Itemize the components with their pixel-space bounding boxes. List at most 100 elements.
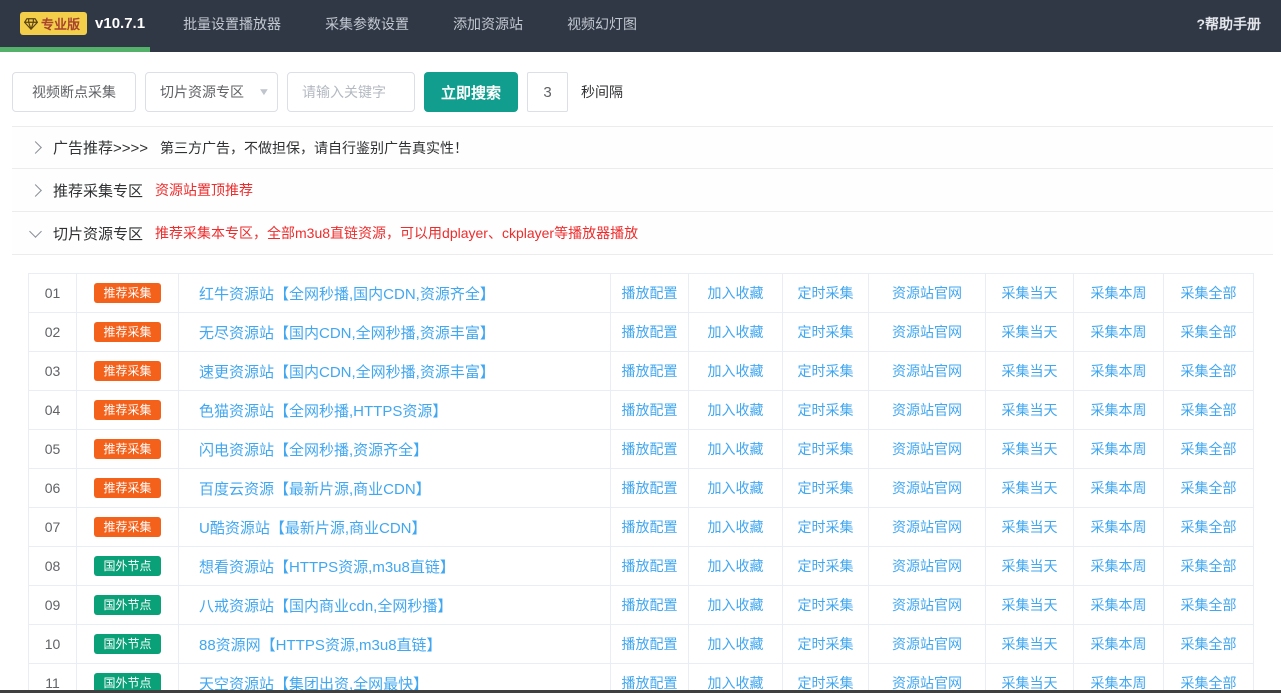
action-add-favorite-link[interactable]: 加入收藏 bbox=[708, 519, 764, 535]
action-collect-today-link[interactable]: 采集当天 bbox=[1002, 480, 1058, 496]
resource-name-link[interactable]: 百度云资源【最新片源,商业CDN】 bbox=[199, 481, 431, 498]
action-collect-today-link[interactable]: 采集当天 bbox=[1002, 441, 1058, 457]
action-schedule-collect-link[interactable]: 定时采集 bbox=[798, 402, 854, 418]
nav-item-video-slideshow[interactable]: 视频幻灯图 bbox=[567, 14, 637, 34]
action-add-favorite-link[interactable]: 加入收藏 bbox=[708, 636, 764, 652]
action-collect-today-link[interactable]: 采集当天 bbox=[1002, 558, 1058, 574]
action-play-config-link[interactable]: 播放配置 bbox=[622, 363, 678, 379]
action-collect-week-link[interactable]: 采集本周 bbox=[1091, 519, 1147, 535]
action-collect-all-link[interactable]: 采集全部 bbox=[1181, 285, 1237, 301]
resource-name-link[interactable]: 想看资源站【HTTPS资源,m3u8直链】 bbox=[199, 559, 455, 576]
action-collect-today-link[interactable]: 采集当天 bbox=[1002, 285, 1058, 301]
nav-item-collect-param-settings[interactable]: 采集参数设置 bbox=[325, 14, 409, 34]
action-add-favorite-link[interactable]: 加入收藏 bbox=[708, 402, 764, 418]
action-collect-today-link[interactable]: 采集当天 bbox=[1002, 597, 1058, 613]
section-recommend-zone[interactable]: 推荐采集专区 资源站置顶推荐 bbox=[12, 169, 1273, 212]
resource-name-link[interactable]: U酷资源站【最新片源,商业CDN】 bbox=[199, 520, 427, 537]
resource-name-link[interactable]: 速更资源站【国内CDN,全网秒播,资源丰富】 bbox=[199, 364, 495, 381]
action-collect-all-link[interactable]: 采集全部 bbox=[1181, 363, 1237, 379]
resume-collect-button[interactable]: 视频断点采集 bbox=[12, 72, 136, 112]
action-collect-week-link[interactable]: 采集本周 bbox=[1091, 324, 1147, 340]
action-site-homepage-link[interactable]: 资源站官网 bbox=[892, 636, 962, 652]
action-collect-all-link[interactable]: 采集全部 bbox=[1181, 636, 1237, 652]
action-site-homepage-link[interactable]: 资源站官网 bbox=[892, 597, 962, 613]
resource-name-link[interactable]: 色猫资源站【全网秒播,HTTPS资源】 bbox=[199, 403, 447, 420]
action-collect-today-link[interactable]: 采集当天 bbox=[1002, 363, 1058, 379]
action-play-config-link[interactable]: 播放配置 bbox=[622, 519, 678, 535]
action-site-homepage-link[interactable]: 资源站官网 bbox=[892, 519, 962, 535]
action-play-config-link[interactable]: 播放配置 bbox=[622, 441, 678, 457]
action-collect-all-link[interactable]: 采集全部 bbox=[1181, 519, 1237, 535]
action-site-homepage-link[interactable]: 资源站官网 bbox=[892, 285, 962, 301]
section-slice-zone[interactable]: 切片资源专区 推荐采集本专区，全部m3u8直链资源，可以用dplayer、ckp… bbox=[12, 212, 1273, 255]
action-add-favorite-link[interactable]: 加入收藏 bbox=[708, 441, 764, 457]
action-schedule-collect-link[interactable]: 定时采集 bbox=[798, 363, 854, 379]
keyword-input[interactable] bbox=[287, 72, 415, 112]
action-play-config-link[interactable]: 播放配置 bbox=[622, 402, 678, 418]
action-collect-all-link[interactable]: 采集全部 bbox=[1181, 675, 1237, 691]
resource-name-link[interactable]: 闪电资源站【全网秒播,资源齐全】 bbox=[199, 442, 428, 459]
action-collect-week-link[interactable]: 采集本周 bbox=[1091, 285, 1147, 301]
action-collect-week-link[interactable]: 采集本周 bbox=[1091, 675, 1147, 691]
action-site-homepage-link[interactable]: 资源站官网 bbox=[892, 675, 962, 691]
action-schedule-collect-link[interactable]: 定时采集 bbox=[798, 480, 854, 496]
action-collect-week-link[interactable]: 采集本周 bbox=[1091, 363, 1147, 379]
action-collect-today-link[interactable]: 采集当天 bbox=[1002, 402, 1058, 418]
action-schedule-collect-link[interactable]: 定时采集 bbox=[798, 597, 854, 613]
nav-item-batch-player-settings[interactable]: 批量设置播放器 bbox=[183, 14, 281, 34]
action-collect-today-link[interactable]: 采集当天 bbox=[1002, 636, 1058, 652]
action-collect-week-link[interactable]: 采集本周 bbox=[1091, 558, 1147, 574]
action-collect-week-link[interactable]: 采集本周 bbox=[1091, 402, 1147, 418]
action-schedule-collect-link[interactable]: 定时采集 bbox=[798, 519, 854, 535]
action-play-config-link[interactable]: 播放配置 bbox=[622, 324, 678, 340]
action-collect-all-link[interactable]: 采集全部 bbox=[1181, 558, 1237, 574]
action-play-config-link[interactable]: 播放配置 bbox=[622, 675, 678, 691]
action-add-favorite-link[interactable]: 加入收藏 bbox=[708, 675, 764, 691]
zone-select[interactable]: 切片资源专区 ▼ bbox=[145, 72, 278, 112]
help-manual-link[interactable]: ?帮助手册 bbox=[1196, 14, 1261, 34]
action-collect-all-link[interactable]: 采集全部 bbox=[1181, 324, 1237, 340]
action-play-config-link[interactable]: 播放配置 bbox=[622, 636, 678, 652]
action-play-config-link[interactable]: 播放配置 bbox=[622, 285, 678, 301]
resource-name-link[interactable]: 无尽资源站【国内CDN,全网秒播,资源丰富】 bbox=[199, 325, 495, 342]
action-play-config-link[interactable]: 播放配置 bbox=[622, 597, 678, 613]
action-add-favorite-link[interactable]: 加入收藏 bbox=[708, 597, 764, 613]
action-add-favorite-link[interactable]: 加入收藏 bbox=[708, 285, 764, 301]
section-ad-recommend[interactable]: 广告推荐>>>> 第三方广告，不做担保，请自行鉴别广告真实性！ bbox=[12, 126, 1273, 169]
search-now-button[interactable]: 立即搜索 bbox=[424, 72, 518, 112]
interval-seconds-input[interactable] bbox=[527, 72, 568, 112]
resource-name-link[interactable]: 红牛资源站【全网秒播,国内CDN,资源齐全】 bbox=[199, 286, 495, 303]
action-collect-all-link[interactable]: 采集全部 bbox=[1181, 402, 1237, 418]
action-schedule-collect-link[interactable]: 定时采集 bbox=[798, 636, 854, 652]
action-add-favorite-link[interactable]: 加入收藏 bbox=[708, 558, 764, 574]
action-play-config-link[interactable]: 播放配置 bbox=[622, 558, 678, 574]
nav-item-add-resource-site[interactable]: 添加资源站 bbox=[453, 14, 523, 34]
action-collect-week-link[interactable]: 采集本周 bbox=[1091, 441, 1147, 457]
action-collect-week-link[interactable]: 采集本周 bbox=[1091, 480, 1147, 496]
action-schedule-collect-link[interactable]: 定时采集 bbox=[798, 675, 854, 691]
action-site-homepage-link[interactable]: 资源站官网 bbox=[892, 480, 962, 496]
action-collect-today-link[interactable]: 采集当天 bbox=[1002, 519, 1058, 535]
resource-name-link[interactable]: 88资源网【HTTPS资源,m3u8直链】 bbox=[199, 637, 442, 654]
action-site-homepage-link[interactable]: 资源站官网 bbox=[892, 402, 962, 418]
resource-name-link[interactable]: 八戒资源站【国内商业cdn,全网秒播】 bbox=[199, 598, 452, 615]
action-schedule-collect-link[interactable]: 定时采集 bbox=[798, 441, 854, 457]
action-schedule-collect-link[interactable]: 定时采集 bbox=[798, 324, 854, 340]
action-collect-all-link[interactable]: 采集全部 bbox=[1181, 441, 1237, 457]
action-site-homepage-link[interactable]: 资源站官网 bbox=[892, 558, 962, 574]
action-play-config-link[interactable]: 播放配置 bbox=[622, 480, 678, 496]
action-add-favorite-link[interactable]: 加入收藏 bbox=[708, 363, 764, 379]
action-collect-all-link[interactable]: 采集全部 bbox=[1181, 597, 1237, 613]
action-site-homepage-link[interactable]: 资源站官网 bbox=[892, 324, 962, 340]
action-schedule-collect-link[interactable]: 定时采集 bbox=[798, 285, 854, 301]
action-add-favorite-link[interactable]: 加入收藏 bbox=[708, 480, 764, 496]
action-site-homepage-link[interactable]: 资源站官网 bbox=[892, 441, 962, 457]
action-schedule-collect-link[interactable]: 定时采集 bbox=[798, 558, 854, 574]
action-site-homepage-link[interactable]: 资源站官网 bbox=[892, 363, 962, 379]
action-collect-today-link[interactable]: 采集当天 bbox=[1002, 324, 1058, 340]
action-collect-week-link[interactable]: 采集本周 bbox=[1091, 597, 1147, 613]
action-collect-all-link[interactable]: 采集全部 bbox=[1181, 480, 1237, 496]
action-add-favorite-link[interactable]: 加入收藏 bbox=[708, 324, 764, 340]
action-collect-week-link[interactable]: 采集本周 bbox=[1091, 636, 1147, 652]
action-collect-today-link[interactable]: 采集当天 bbox=[1002, 675, 1058, 691]
